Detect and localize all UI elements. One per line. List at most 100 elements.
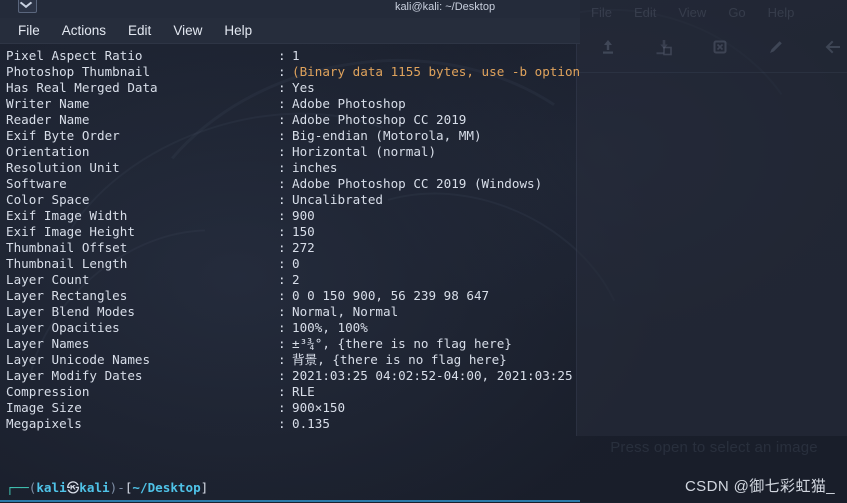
output-value: 背景, {there is no flag here} bbox=[292, 352, 507, 367]
output-value: 272 bbox=[292, 240, 315, 255]
terminal-menubar: File Actions Edit View Help bbox=[0, 18, 580, 44]
output-value: (Binary data 1155 bytes, use -b option t… bbox=[292, 64, 580, 79]
screenshot-root: File Edit View Go Help Press open to sel… bbox=[0, 0, 847, 503]
output-value: Yes bbox=[292, 80, 315, 95]
output-row: Color Space: Uncalibrated bbox=[6, 192, 580, 208]
output-value: 900 bbox=[292, 208, 315, 223]
menu-item-file[interactable]: File bbox=[8, 20, 50, 41]
terminal-titlebar[interactable]: kali@kali: ~/Desktop bbox=[0, 0, 580, 18]
output-separator: : bbox=[278, 112, 286, 127]
menu-item-actions[interactable]: Actions bbox=[52, 20, 116, 41]
menu-item-view[interactable]: View bbox=[163, 20, 212, 41]
output-row: Has Real Merged Data: Yes bbox=[6, 80, 580, 96]
output-tag: Thumbnail Length bbox=[6, 256, 128, 271]
output-separator: : bbox=[278, 272, 286, 287]
output-separator: : bbox=[278, 368, 286, 383]
output-row: Layer Rectangles:0 0 150 900, 56 239 98 … bbox=[6, 288, 580, 304]
output-value: 1 bbox=[292, 48, 300, 63]
output-tag: Software bbox=[6, 176, 67, 191]
output-separator: : bbox=[278, 176, 286, 191]
background-window-toolbar bbox=[577, 22, 847, 73]
output-row: Pixel Aspect Ratio:1 bbox=[6, 48, 580, 64]
bg-menu-item-help[interactable]: Help bbox=[768, 5, 795, 20]
output-row: Software: Adobe Photoshop CC 2019 (Window… bbox=[6, 176, 580, 192]
output-tag: Image Size bbox=[6, 400, 82, 415]
output-value: Uncalibrated bbox=[292, 192, 383, 207]
output-row: Image Size:900×150 bbox=[6, 400, 580, 416]
output-row: Layer Count:2 bbox=[6, 272, 580, 288]
output-tag: Megapixels bbox=[6, 416, 82, 431]
menu-item-edit[interactable]: Edit bbox=[118, 20, 161, 41]
prompt-dash: - bbox=[117, 480, 125, 495]
menu-item-help[interactable]: Help bbox=[214, 20, 262, 41]
output-separator: : bbox=[278, 160, 286, 175]
output-tag: Thumbnail Offset bbox=[6, 240, 128, 255]
output-separator: : bbox=[278, 288, 286, 303]
output-row: Exif Image Width:900 bbox=[6, 208, 580, 224]
output-separator: : bbox=[278, 192, 286, 207]
output-tag: Exif Image Height bbox=[6, 224, 135, 239]
save-icon[interactable] bbox=[655, 38, 673, 56]
output-row: Layer Unicode Names: 背景, {there is no fla… bbox=[6, 352, 580, 368]
terminal-bottom-edge bbox=[0, 500, 580, 502]
terminal-window[interactable]: kali@kali: ~/Desktop File Actions Edit V… bbox=[0, 0, 580, 503]
output-row: Layer Opacities:100%, 100% bbox=[6, 320, 580, 336]
output-tag: Has Real Merged Data bbox=[6, 80, 158, 95]
output-tag: Color Space bbox=[6, 192, 90, 207]
output-separator: : bbox=[278, 336, 286, 351]
prompt-path: ~/Desktop bbox=[132, 480, 201, 495]
prompt-at-symbol: ㉿ bbox=[66, 480, 80, 495]
background-window-body: Press open to select an image bbox=[577, 73, 847, 503]
output-tag: Photoshop Thumbnail bbox=[6, 64, 151, 79]
output-row: Writer Name: Adobe Photoshop bbox=[6, 96, 580, 112]
output-row: Orientation: Horizontal (normal) bbox=[6, 144, 580, 160]
output-row: Layer Names: ±³¾°, {there is no flag here… bbox=[6, 336, 580, 352]
output-tag: Layer Modify Dates bbox=[6, 368, 143, 383]
output-value: 0.135 bbox=[292, 416, 330, 431]
output-value: 2021:03:25 04:02:52-04:00, 2021:03:25 04… bbox=[292, 368, 573, 383]
output-value: 900×150 bbox=[292, 400, 346, 415]
output-separator: : bbox=[278, 416, 286, 431]
terminal-output-area[interactable]: Pixel Aspect Ratio:1 Photoshop Thumbnail:… bbox=[0, 44, 580, 502]
output-tag: Layer Blend Modes bbox=[6, 304, 135, 319]
output-row: Layer Modify Dates:2021:03:25 04:02:52-0… bbox=[6, 368, 580, 384]
window-title: kali@kali: ~/Desktop bbox=[394, 1, 496, 13]
output-tag: Exif Byte Order bbox=[6, 128, 120, 143]
output-separator: : bbox=[278, 48, 286, 63]
pencil-icon[interactable] bbox=[767, 38, 785, 56]
output-separator: : bbox=[278, 96, 286, 111]
upload-icon[interactable] bbox=[599, 38, 617, 56]
output-value: 150 bbox=[292, 224, 315, 239]
output-separator: : bbox=[278, 352, 286, 367]
output-separator: : bbox=[278, 384, 286, 399]
output-separator: : bbox=[278, 144, 286, 159]
output-separator: : bbox=[278, 224, 286, 239]
output-tag: Exif Image Width bbox=[6, 208, 128, 223]
output-separator: : bbox=[278, 320, 286, 335]
background-window[interactable]: File Edit View Go Help Press open to sel… bbox=[576, 0, 847, 456]
output-value: 100%, 100% bbox=[292, 320, 368, 335]
output-tag: Layer Count bbox=[6, 272, 90, 287]
output-separator: : bbox=[278, 304, 286, 319]
prompt-bracket-close: ] bbox=[200, 480, 209, 495]
output-tag: Orientation bbox=[6, 144, 90, 159]
output-separator: : bbox=[278, 400, 286, 415]
output-row: Resolution Unit: inches bbox=[6, 160, 580, 176]
output-value: 0 bbox=[292, 256, 300, 271]
output-value: Adobe Photoshop bbox=[292, 96, 406, 111]
trash-icon[interactable] bbox=[711, 38, 729, 56]
output-value: Adobe Photoshop CC 2019 (Windows) bbox=[292, 176, 543, 191]
output-value: Normal, Normal bbox=[292, 304, 399, 319]
terminal-icon bbox=[18, 0, 37, 13]
output-tag: Pixel Aspect Ratio bbox=[6, 48, 143, 63]
output-separator: : bbox=[278, 240, 286, 255]
output-row: Thumbnail Offset:272 bbox=[6, 240, 580, 256]
exiftool-output: Pixel Aspect Ratio:1 Photoshop Thumbnail:… bbox=[6, 48, 580, 432]
shell-prompt: ┌──(kali㉿kali)-[~/Desktop] └─$ bbox=[6, 448, 580, 502]
prompt-line-top: ┌──(kali㉿kali)-[~/Desktop] bbox=[6, 480, 580, 496]
output-value: 2 bbox=[292, 272, 300, 287]
back-arrow-icon[interactable] bbox=[823, 38, 841, 56]
output-row: Megapixels:0.135 bbox=[6, 416, 580, 432]
output-value: Horizontal (normal) bbox=[292, 144, 437, 159]
output-row: Exif Byte Order: Big-endian (Motorola, MM… bbox=[6, 128, 580, 144]
